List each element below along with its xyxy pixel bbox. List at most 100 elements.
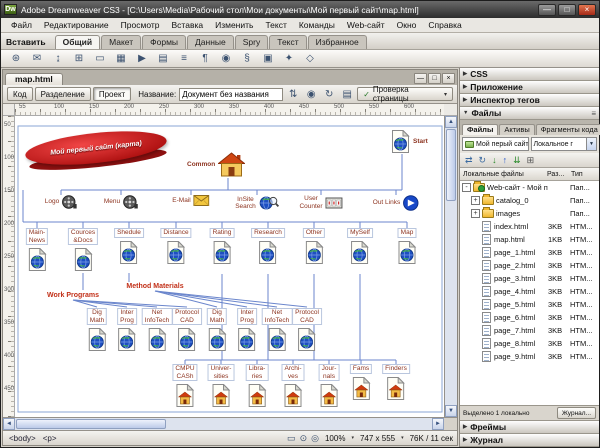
page-node-1[interactable]: Main- News bbox=[26, 228, 48, 271]
resource-node-4[interactable]: Archi- ves bbox=[282, 364, 305, 407]
program-node-6[interactable]: Inter Prog bbox=[237, 308, 257, 351]
script-icon[interactable]: § bbox=[240, 52, 254, 66]
scroll-left-icon[interactable]: ◄ bbox=[3, 418, 15, 430]
insert-div-icon[interactable]: ▭ bbox=[93, 52, 107, 66]
menu-item-10[interactable]: Справка bbox=[422, 19, 467, 31]
file-row[interactable]: page_1.html3KBHTM... bbox=[460, 246, 599, 259]
title-bar[interactable]: Dw Adobe Dreamweaver CS3 - [C:\Users\Med… bbox=[1, 1, 599, 18]
connect-icon[interactable]: ⇄ bbox=[465, 155, 473, 166]
checkout-icon[interactable]: ⇊ bbox=[513, 155, 521, 166]
chevron-down-icon[interactable]: ▼ bbox=[586, 138, 596, 150]
get-file-icon[interactable]: ↓ bbox=[492, 155, 497, 165]
file-row[interactable]: page_2.html3KBHTM... bbox=[460, 259, 599, 272]
close-button[interactable]: × bbox=[578, 4, 596, 16]
insert-tab-7[interactable]: Избранное bbox=[308, 35, 367, 49]
menu-item-1[interactable]: Файл bbox=[5, 19, 38, 31]
tree-expander[interactable]: + bbox=[471, 196, 480, 205]
page-node-3[interactable]: Shedule bbox=[114, 228, 144, 264]
email-link-icon[interactable]: ✉ bbox=[30, 52, 44, 66]
menu-item-7[interactable]: Команды bbox=[293, 19, 341, 31]
nav-node-6[interactable]: Out Links bbox=[373, 195, 419, 211]
document-tab[interactable]: map.html bbox=[5, 73, 63, 85]
refresh-icon[interactable]: ↻ bbox=[479, 155, 487, 166]
media-icon[interactable]: ▶ bbox=[135, 52, 149, 66]
log-button[interactable]: Журнал... bbox=[557, 407, 596, 419]
doc-title-input[interactable] bbox=[179, 88, 283, 101]
check-page-button[interactable]: ✓ Проверка страницы ▾ bbox=[357, 87, 453, 101]
file-row[interactable]: page_9.html3KBHTM... bbox=[460, 350, 599, 363]
menu-item-3[interactable]: Просмотр bbox=[115, 19, 166, 31]
column-size[interactable]: Раз... bbox=[547, 171, 571, 178]
minimize-button[interactable]: — bbox=[538, 4, 556, 16]
files-column-headers[interactable]: Локальные файлы Раз... Тип bbox=[460, 168, 599, 181]
file-row[interactable]: page_3.html3KBHTM... bbox=[460, 272, 599, 285]
insert-tab-5[interactable]: Spry bbox=[235, 35, 268, 49]
program-node-5[interactable]: Dig Math bbox=[207, 308, 227, 351]
nav-node-5[interactable]: User Counter bbox=[299, 195, 342, 210]
page-node-5[interactable]: Rating bbox=[210, 228, 235, 264]
file-management-icon[interactable]: ⇅ bbox=[286, 87, 300, 101]
doc-minimize-button[interactable]: — bbox=[414, 73, 427, 84]
insert-tab-1[interactable]: Общий bbox=[55, 35, 100, 49]
select-tool-icon[interactable]: ▭ bbox=[287, 433, 296, 444]
file-row[interactable]: page_8.html3KBHTM... bbox=[460, 337, 599, 350]
files-tab-1[interactable]: Файлы bbox=[462, 124, 498, 135]
page-node-4[interactable]: Distance bbox=[160, 228, 191, 264]
doc-close-button[interactable]: × bbox=[442, 73, 455, 84]
resource-node-2[interactable]: Univer- sities bbox=[208, 364, 235, 407]
file-row[interactable]: page_4.html3KBHTM... bbox=[460, 285, 599, 298]
scroll-up-icon[interactable]: ▲ bbox=[445, 116, 457, 128]
refresh-icon[interactable]: ↻ bbox=[322, 87, 336, 101]
zoom-chevron-icon[interactable]: ▾ bbox=[351, 435, 354, 441]
design-canvas[interactable]: Мой первый сайт (карта) Start Common Log… bbox=[15, 116, 444, 417]
resource-node-1[interactable]: CMPU CASh bbox=[172, 364, 197, 407]
tag-chooser-icon[interactable]: ◇ bbox=[303, 52, 317, 66]
column-type[interactable]: Тип bbox=[571, 171, 599, 178]
horizontal-scroll-thumb[interactable] bbox=[16, 419, 166, 429]
resource-node-3[interactable]: Libra- ries bbox=[246, 364, 269, 407]
resource-node-5[interactable]: Jour- nals bbox=[319, 364, 340, 407]
column-local-files[interactable]: Локальные файлы bbox=[463, 171, 547, 178]
common-node[interactable]: Common bbox=[187, 152, 245, 177]
file-row[interactable]: +imagesПап... bbox=[460, 207, 599, 220]
vertical-scroll-thumb[interactable] bbox=[446, 129, 456, 201]
page-node-8[interactable]: MySelf bbox=[347, 228, 373, 264]
panel-header-CSS[interactable]: ▶CSS bbox=[460, 68, 599, 81]
zoom-tool-icon[interactable]: ◎ bbox=[311, 433, 319, 444]
menu-item-4[interactable]: Вставка bbox=[166, 19, 210, 31]
nav-node-4[interactable]: InSite Search bbox=[235, 195, 279, 211]
menu-item-8[interactable]: Web-сайт bbox=[341, 19, 391, 31]
menu-item-6[interactable]: Текст bbox=[259, 19, 292, 31]
panel-header-Журнал[interactable]: ▶Журнал bbox=[460, 434, 599, 447]
files-tab-2[interactable]: Активы bbox=[499, 124, 534, 135]
hyperlink-icon[interactable]: ⊛ bbox=[9, 52, 23, 66]
program-node-8[interactable]: Protocol CAD bbox=[292, 308, 322, 351]
panel-header-Приложение[interactable]: ▶Приложение bbox=[460, 81, 599, 94]
program-node-7[interactable]: Net InfoTech bbox=[262, 308, 293, 351]
program-node-4[interactable]: Protocol CAD bbox=[172, 308, 202, 351]
menu-item-5[interactable]: Изменить bbox=[209, 19, 259, 31]
tree-expander[interactable]: + bbox=[471, 209, 480, 218]
vertical-scroll-track[interactable] bbox=[445, 202, 457, 405]
panel-options-icon[interactable]: ≡ bbox=[591, 109, 596, 118]
file-row[interactable]: index.html3KBHTM... bbox=[460, 220, 599, 233]
program-node-1[interactable]: Dig Math bbox=[87, 308, 107, 351]
file-row[interactable]: -Web-сайт - Мой пер...Пап... bbox=[460, 181, 599, 194]
put-file-icon[interactable]: ↑ bbox=[503, 155, 508, 165]
panel-header-Инспектор тегов[interactable]: ▶Инспектор тегов bbox=[460, 94, 599, 107]
vertical-scrollbar[interactable]: ▲ ▼ bbox=[444, 116, 457, 417]
horizontal-scroll-track[interactable] bbox=[167, 418, 432, 430]
menu-item-9[interactable]: Окно bbox=[391, 19, 423, 31]
hand-tool-icon[interactable]: ⊙ bbox=[300, 433, 308, 444]
view-select[interactable]: Локальное г ▼ bbox=[531, 137, 598, 151]
program-node-2[interactable]: Inter Prog bbox=[117, 308, 137, 351]
insert-tab-3[interactable]: Формы bbox=[142, 35, 186, 49]
resource-node-7[interactable]: Finders bbox=[382, 364, 410, 400]
insert-tab-6[interactable]: Текст bbox=[269, 35, 306, 49]
tag-selector-1[interactable]: <body> bbox=[7, 434, 38, 443]
comment-icon[interactable]: ¶ bbox=[198, 52, 212, 66]
page-node-7[interactable]: Other bbox=[303, 228, 325, 264]
file-row[interactable]: map.html1KBHTM... bbox=[460, 233, 599, 246]
view-button-1[interactable]: Код bbox=[7, 87, 33, 101]
template-icon[interactable]: ▣ bbox=[261, 52, 275, 66]
